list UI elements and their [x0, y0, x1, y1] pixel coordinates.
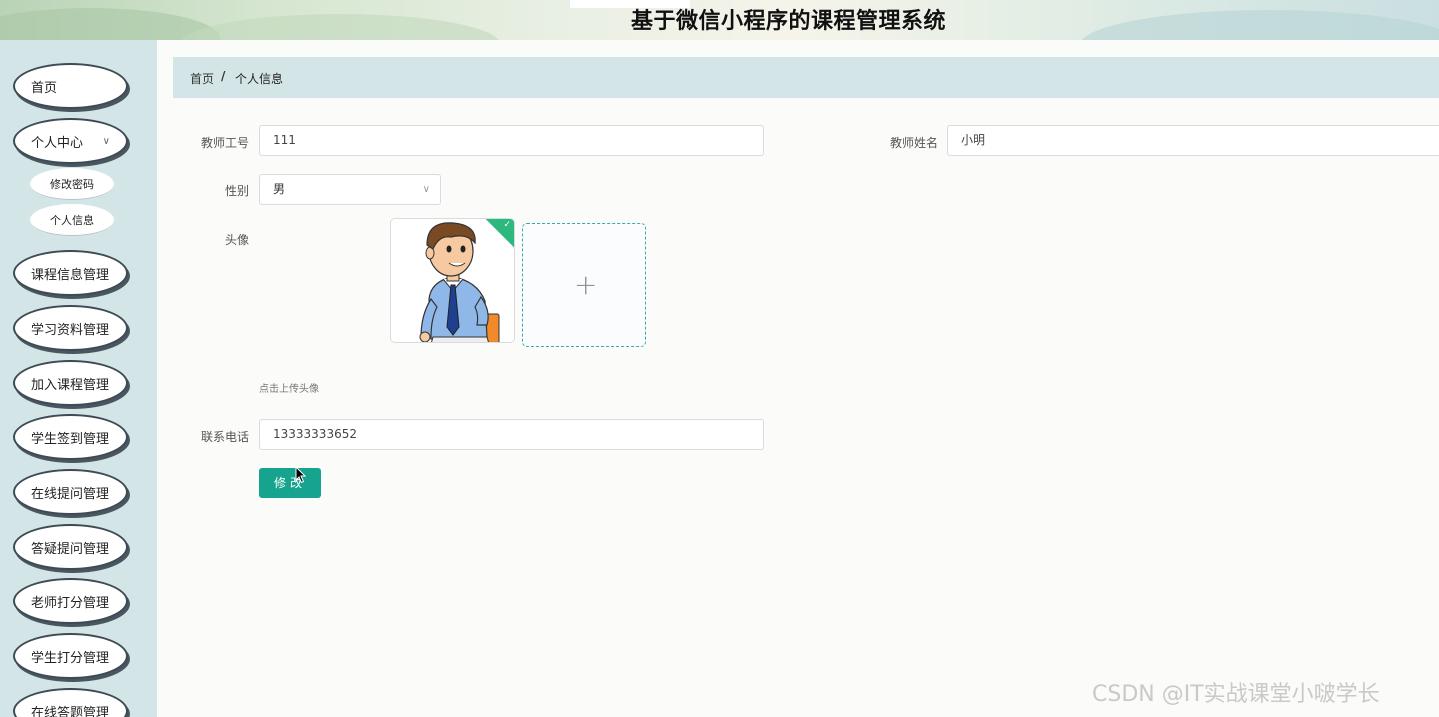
app-title: 基于微信小程序的课程管理系统	[631, 9, 947, 34]
sidebar-item-label: 答疑提问管理	[31, 541, 110, 557]
sidebar-subitem-change-password[interactable]: 修改密码	[30, 168, 114, 200]
sidebar-item-online-quiz[interactable]: 在线答题管理	[13, 688, 128, 717]
teacher-id-field[interactable]: 111	[259, 125, 764, 156]
gender-select[interactable]: 男 ∨	[259, 174, 441, 205]
check-icon: ✓	[503, 220, 511, 230]
breadcrumb-home[interactable]: 首页	[190, 70, 214, 87]
sidebar-item-personal-center[interactable]: 个人中心 ∨	[13, 118, 128, 164]
watermark: CSDN @IT实战课堂小啵学长	[1092, 682, 1380, 707]
sidebar-item-join-course[interactable]: 加入课程管理	[13, 360, 128, 406]
sidebar-item-label: 学习资料管理	[31, 322, 110, 338]
avatar-upload-hint: 点击上传头像	[259, 384, 319, 395]
sidebar-item-teacher-scoring[interactable]: 老师打分管理	[13, 578, 128, 624]
gender-label: 性别	[224, 184, 249, 198]
sidebar-item-label: 个人中心	[31, 135, 84, 151]
mouse-cursor-icon	[295, 466, 307, 484]
plus-icon: +	[574, 268, 598, 301]
teacher-name-label: 教师姓名	[889, 136, 938, 150]
sidebar-item-home[interactable]: 首页	[13, 63, 128, 109]
avatar-preview[interactable]: ✓	[390, 218, 515, 343]
sidebar-item-label: 在线答题管理	[31, 705, 110, 717]
avatar-image	[419, 222, 500, 342]
sidebar-item-label: 学生签到管理	[31, 431, 110, 447]
breadcrumb-current: 个人信息	[235, 72, 284, 86]
sidebar-item-course-info[interactable]: 课程信息管理	[13, 250, 128, 296]
avatar-upload-button[interactable]: +	[522, 223, 646, 347]
sidebar-item-student-checkin[interactable]: 学生签到管理	[13, 414, 128, 460]
sidebar-item-label: 学生打分管理	[31, 650, 110, 666]
chevron-down-icon: ∨	[102, 136, 110, 147]
sidebar-item-student-scoring[interactable]: 学生打分管理	[13, 633, 128, 679]
sidebar-item-online-questions[interactable]: 在线提问管理	[13, 469, 128, 515]
teacher-name-field[interactable]: 小明	[947, 125, 1439, 156]
breadcrumb-separator: /	[221, 69, 226, 83]
sidebar-subitem-label: 个人信息	[50, 213, 94, 227]
submit-button[interactable]: 修改	[259, 468, 321, 498]
sidebar-subitem-personal-info[interactable]: 个人信息	[30, 204, 114, 236]
sidebar-item-label: 首页	[31, 80, 58, 96]
teacher-id-label: 教师工号	[200, 136, 249, 150]
sidebar-item-study-materials[interactable]: 学习资料管理	[13, 305, 128, 351]
banner-decoration	[1080, 10, 1439, 40]
sidebar: 首页 个人中心 ∨ 修改密码 个人信息 课程信息管理 学习资料管理 加入课程管理 …	[0, 40, 157, 717]
breadcrumb: 首页 / 个人信息	[173, 57, 1439, 98]
gender-select-value: 男	[273, 182, 286, 196]
sidebar-item-label: 在线提问管理	[31, 486, 110, 502]
sidebar-item-label: 课程信息管理	[31, 267, 110, 283]
phone-field[interactable]: 13333333652	[259, 419, 764, 450]
sidebar-item-label: 老师打分管理	[31, 595, 110, 611]
banner-decoration	[180, 14, 500, 40]
chevron-down-icon: ∨	[422, 184, 430, 195]
sidebar-subitem-label: 修改密码	[50, 177, 94, 191]
sidebar-item-qa-answers[interactable]: 答疑提问管理	[13, 524, 128, 570]
avatar-label: 头像	[224, 233, 249, 247]
sidebar-item-label: 加入课程管理	[31, 377, 110, 393]
phone-label: 联系电话	[200, 430, 249, 444]
header-banner: 基于微信小程序的课程管理系统	[0, 0, 1439, 40]
